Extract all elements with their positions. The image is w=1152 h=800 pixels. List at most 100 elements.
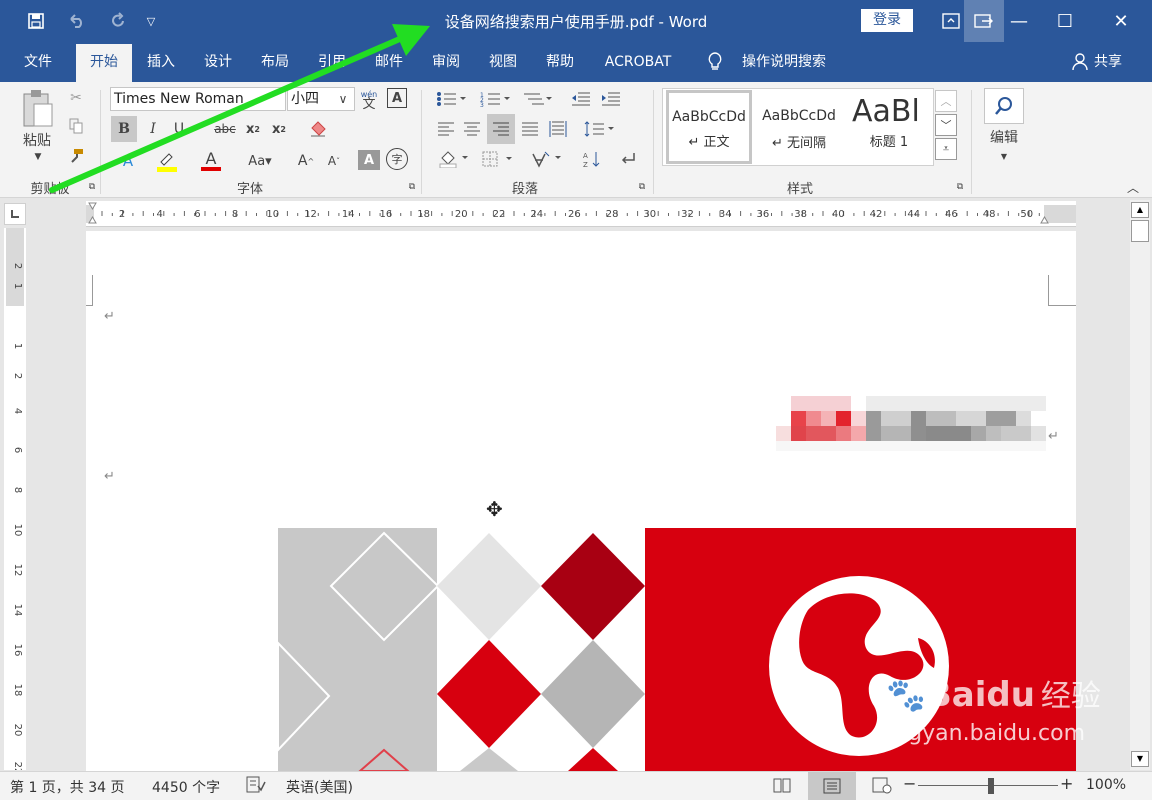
- style-name: ↵ 无间隔: [771, 136, 827, 151]
- paragraph-mark-icon: ↵: [104, 469, 115, 484]
- format-painter-icon[interactable]: [66, 146, 86, 166]
- clear-formatting-icon[interactable]: [306, 116, 330, 142]
- print-layout-icon[interactable]: [808, 772, 856, 800]
- borders-icon[interactable]: [478, 148, 516, 170]
- distributed-icon[interactable]: [546, 118, 570, 140]
- style-heading-1[interactable]: AaBl 标题 1: [846, 90, 932, 164]
- scroll-thumb[interactable]: [1131, 220, 1149, 242]
- multilevel-list-icon[interactable]: [518, 88, 556, 110]
- sort-icon[interactable]: AZ: [580, 148, 604, 170]
- tab-help[interactable]: 帮助: [536, 42, 584, 82]
- zoom-level[interactable]: 100%: [1086, 777, 1126, 793]
- collapse-ribbon-icon[interactable]: ︿: [1124, 180, 1142, 195]
- scroll-up-icon[interactable]: ▲: [1131, 202, 1149, 218]
- tab-view[interactable]: 视图: [479, 42, 527, 82]
- bold-icon[interactable]: B: [111, 116, 137, 142]
- styles-more-icon[interactable]: ⩡: [935, 138, 957, 160]
- character-border-icon[interactable]: A: [387, 88, 407, 108]
- numbering-icon[interactable]: 123: [476, 88, 514, 110]
- vertical-scrollbar[interactable]: ▲ ▼: [1130, 200, 1150, 770]
- superscript-icon[interactable]: x2: [268, 116, 290, 142]
- person-icon[interactable]: [1070, 42, 1090, 82]
- align-right-icon[interactable]: [487, 114, 515, 144]
- justify-icon[interactable]: [518, 118, 542, 140]
- web-layout-icon[interactable]: [872, 776, 892, 798]
- tell-me-search[interactable]: 操作说明搜索: [732, 42, 836, 82]
- style-normal[interactable]: AaBbCcDd ↵ 正文: [666, 90, 752, 164]
- copy-icon[interactable]: [66, 116, 86, 136]
- watermark-suffix: 经验: [1040, 679, 1101, 714]
- highlight-color-icon[interactable]: [150, 148, 184, 174]
- tab-selector[interactable]: [4, 203, 26, 225]
- strikethrough-icon[interactable]: abc: [212, 116, 238, 142]
- page-count[interactable]: 第 1 页，共 34 页: [10, 777, 125, 797]
- asian-layout-icon[interactable]: [528, 148, 564, 170]
- read-mode-icon[interactable]: [772, 776, 792, 798]
- lightbulb-icon[interactable]: [704, 42, 726, 82]
- text-effects-icon[interactable]: A: [114, 148, 142, 174]
- tab-references[interactable]: 引用: [308, 42, 356, 82]
- tab-file[interactable]: 文件: [14, 42, 62, 82]
- tab-design[interactable]: 设计: [194, 42, 242, 82]
- editing-button[interactable]: 编辑: [980, 128, 1028, 146]
- zoom-out-icon[interactable]: −: [903, 774, 916, 793]
- vertical-ruler[interactable]: 2 1 1 2 4 6 8 10 12 14 16 18 20 22: [4, 228, 26, 774]
- font-name-combo[interactable]: Times New Roman: [110, 87, 286, 111]
- phonetic-guide-icon[interactable]: wén 文: [358, 87, 380, 113]
- proofing-icon[interactable]: [246, 776, 266, 798]
- tab-mailings[interactable]: 邮件: [365, 42, 413, 82]
- change-case-icon[interactable]: Aa▾: [242, 148, 278, 174]
- paste-dropdown-icon[interactable]: ▼: [30, 151, 46, 163]
- decrease-indent-icon[interactable]: [568, 88, 592, 110]
- grow-font-icon[interactable]: A ^: [294, 148, 318, 174]
- cut-icon[interactable]: ✂: [66, 88, 86, 108]
- tab-home[interactable]: 开始: [76, 44, 132, 82]
- tab-review[interactable]: 审阅: [422, 42, 470, 82]
- close-button[interactable]: ✕: [1098, 0, 1144, 42]
- align-center-icon[interactable]: [460, 118, 484, 140]
- clipboard-launcher-icon[interactable]: ⧉: [86, 181, 98, 193]
- underline-icon[interactable]: U: [168, 116, 190, 142]
- document-page[interactable]: ↵ ↵ ↵ ✥ 🐾Baidu 经验 jingyan.baidu.com: [86, 231, 1101, 771]
- increase-indent-icon[interactable]: [598, 88, 622, 110]
- enclose-characters-icon[interactable]: 字: [386, 148, 408, 170]
- search-icon[interactable]: [984, 88, 1024, 124]
- vruler-number: 20: [12, 724, 23, 737]
- tab-acrobat[interactable]: ACROBAT: [596, 42, 680, 82]
- language[interactable]: 英语(美国): [286, 777, 353, 797]
- zoom-slider-thumb[interactable]: [988, 778, 994, 794]
- word-count[interactable]: 4450 个字: [152, 777, 220, 797]
- paste-clipboard-icon[interactable]: [14, 86, 60, 130]
- maximize-button[interactable]: ☐: [1042, 0, 1088, 42]
- ruler-number: 24: [530, 209, 543, 220]
- ruler-number: 36: [757, 209, 770, 220]
- bullets-icon[interactable]: [432, 88, 470, 110]
- character-shading-icon[interactable]: A: [358, 150, 380, 170]
- zoom-in-icon[interactable]: +: [1060, 774, 1073, 793]
- line-spacing-icon[interactable]: [580, 118, 618, 140]
- paragraph-shading-icon[interactable]: [434, 148, 472, 170]
- scroll-down-icon[interactable]: ▼: [1131, 751, 1149, 767]
- font-launcher-icon[interactable]: ⧉: [406, 181, 418, 193]
- subscript-icon[interactable]: x2: [242, 116, 264, 142]
- login-button[interactable]: 登录: [861, 9, 913, 32]
- styles-scroll-down-icon[interactable]: ﹀: [935, 114, 957, 136]
- paste-button[interactable]: 粘贴: [14, 131, 60, 149]
- styles-scroll-up-icon[interactable]: ︿: [935, 90, 957, 112]
- tab-layout[interactable]: 布局: [251, 42, 299, 82]
- minimize-button[interactable]: —: [996, 0, 1042, 42]
- styles-launcher-icon[interactable]: ⧉: [954, 181, 966, 193]
- italic-icon[interactable]: I: [142, 116, 164, 142]
- paragraph-launcher-icon[interactable]: ⧉: [636, 181, 648, 193]
- editing-dropdown-icon[interactable]: ▼: [996, 150, 1012, 162]
- font-size-dropdown-icon[interactable]: ∨: [334, 90, 352, 108]
- tab-insert[interactable]: 插入: [137, 42, 185, 82]
- font-color-icon[interactable]: A: [196, 148, 226, 174]
- style-no-spacing[interactable]: AaBbCcDd ↵ 无间隔: [756, 90, 842, 164]
- share-button[interactable]: 共享: [1090, 42, 1126, 82]
- group-label-styles: 样式: [786, 182, 813, 197]
- show-hide-marks-icon[interactable]: [616, 148, 640, 170]
- align-left-icon[interactable]: [434, 118, 458, 140]
- horizontal-ruler[interactable]: 2 4 6 8 10 12 14 16 18 20 22 24 26 28 30 32 34 36 38 40 42 44…: [86, 201, 1076, 227]
- shrink-font-icon[interactable]: Aˇ: [322, 148, 346, 174]
